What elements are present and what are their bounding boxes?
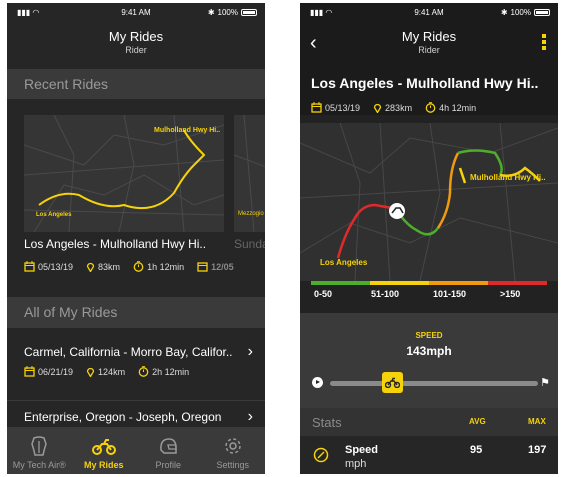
stat-label: Speed bbox=[345, 444, 379, 456]
finish-flag-icon: ⚑ bbox=[540, 377, 550, 389]
ride-route-map[interactable]: Mulholland Hwy Hi.. Los Angeles bbox=[300, 123, 558, 281]
motorcycle-icon bbox=[91, 439, 116, 455]
legend-swatch-orange bbox=[429, 281, 488, 285]
all-rides-header: All of My Rides bbox=[7, 297, 265, 328]
legend-swatch-red bbox=[488, 281, 547, 285]
play-button[interactable] bbox=[312, 377, 323, 388]
recent-ride-title[interactable]: Los Angeles - Mulholland Hwy Hi.. bbox=[24, 237, 206, 251]
slider-handle[interactable] bbox=[382, 372, 404, 393]
tab-settings[interactable]: Settings bbox=[201, 427, 266, 474]
tab-my-tech-air[interactable]: My Tech Air® bbox=[7, 427, 72, 474]
recent-rides-header: Recent Rides bbox=[7, 69, 265, 99]
next-ride-title[interactable]: Sunday bbox=[234, 237, 265, 251]
ride-date: 06/21/19 bbox=[38, 366, 74, 377]
page-title: My Rides bbox=[108, 29, 164, 44]
route-map-graphic: Mulholland Hwy Hi.. Los Angeles bbox=[24, 115, 224, 232]
ride-list-item[interactable]: Enterprise, Oregon - Joseph, Oregon › bbox=[7, 401, 265, 427]
map-label-destination: Mulholland Hwy Hi.. bbox=[154, 127, 220, 134]
speedometer-icon bbox=[313, 447, 329, 463]
route-map-graphic: Mulholland Hwy Hi.. Los Angeles bbox=[300, 123, 558, 281]
motorcycle-icon bbox=[385, 377, 401, 388]
status-bar: ▮▮▮ ◠ 9:41 AM ✱ 100% bbox=[300, 3, 558, 21]
playback-slider[interactable] bbox=[330, 372, 538, 393]
recent-ride-map[interactable]: Mulholland Hwy Hi.. Los Angeles bbox=[24, 115, 224, 232]
page-subtitle: Rider bbox=[418, 45, 440, 55]
legend-label: 0-50 bbox=[314, 289, 333, 299]
page-title: My Rides bbox=[401, 29, 457, 44]
helmet-icon bbox=[160, 438, 177, 454]
speed-legend-bar bbox=[311, 281, 547, 285]
gear-icon bbox=[225, 438, 241, 454]
stats-title: Stats bbox=[312, 415, 342, 430]
chevron-right-icon: › bbox=[247, 408, 253, 425]
phone-screen-ride-detail: ▮▮▮ ◠ 9:41 AM ✱ 100% ‹ My Rides Rider Los… bbox=[300, 3, 558, 474]
ride-duration: 2h 12min bbox=[152, 366, 190, 377]
chevron-right-icon: › bbox=[247, 343, 253, 360]
calendar-icon bbox=[311, 102, 322, 113]
ride-list-item-title: Carmel, California - Morro Bay, Califor.… bbox=[24, 345, 233, 359]
battery-percent: 100% bbox=[510, 8, 531, 17]
legend-swatch-yellow bbox=[370, 281, 429, 285]
bluetooth-icon: ✱ bbox=[500, 8, 508, 17]
stopwatch-icon bbox=[425, 102, 436, 113]
ride-duration: 4h 12min bbox=[439, 102, 477, 113]
ride-list-item[interactable]: Carmel, California - Morro Bay, Califor.… bbox=[7, 328, 265, 400]
map-label-destination: Mulholland Hwy Hi.. bbox=[470, 173, 546, 182]
location-pin-icon bbox=[373, 103, 382, 113]
battery-icon bbox=[534, 9, 550, 16]
play-icon bbox=[316, 380, 320, 384]
next-ride-date: 12/05 bbox=[211, 261, 234, 272]
map-label-origin: Los Angeles bbox=[36, 212, 72, 218]
legend-label: 101-150 bbox=[433, 289, 467, 299]
avg-column-label: AVG bbox=[469, 417, 486, 426]
ride-date: 05/13/19 bbox=[38, 261, 74, 272]
tab-profile[interactable]: Profile bbox=[136, 427, 201, 474]
ride-duration: 1h 12min bbox=[147, 261, 185, 272]
battery-percent: 100% bbox=[217, 8, 238, 17]
location-pin-icon bbox=[86, 262, 95, 272]
tab-my-rides[interactable]: My Rides bbox=[72, 427, 137, 474]
location-pin-icon bbox=[86, 367, 95, 377]
legend-label: 51-100 bbox=[371, 289, 400, 299]
max-column-label: MAX bbox=[528, 417, 546, 426]
more-vertical-icon[interactable] bbox=[542, 34, 546, 50]
page-subtitle: Rider bbox=[125, 45, 147, 55]
ride-meta: 05/13/19 283km 4h 12min bbox=[311, 102, 489, 113]
next-ride-map[interactable]: Mezzogio bbox=[234, 115, 265, 232]
battery-icon bbox=[241, 9, 257, 16]
ride-distance: 124km bbox=[98, 366, 126, 377]
legend-swatch-green bbox=[311, 281, 370, 285]
stat-avg-value: 95 bbox=[470, 444, 483, 456]
stopwatch-icon bbox=[133, 261, 144, 272]
phone-screen-my-rides-list: ▮▮▮ ◠ 9:41 AM ✱ 100% My Rides Rider Recen… bbox=[7, 3, 265, 474]
bluetooth-icon: ✱ bbox=[207, 8, 215, 17]
stopwatch-icon bbox=[138, 366, 149, 377]
ride-date: 05/13/19 bbox=[325, 102, 361, 113]
speed-legend-labels: 0-50 51-100 101-150 >150 bbox=[300, 289, 558, 301]
stat-unit: mph bbox=[345, 458, 367, 470]
map-label-origin: Los Angeles bbox=[320, 258, 368, 267]
ride-title: Los Angeles - Mulholland Hwy Hi.. bbox=[311, 75, 539, 91]
speed-value: 143mph bbox=[406, 344, 452, 358]
status-bar: ▮▮▮ ◠ 9:41 AM ✱ 100% bbox=[7, 3, 265, 21]
calendar-icon bbox=[24, 366, 35, 377]
map-label-next: Mezzogio bbox=[238, 211, 264, 217]
speed-playback-panel: SPEED 143mph ⚑ bbox=[300, 313, 558, 408]
stat-max-value: 197 bbox=[528, 444, 547, 456]
vest-icon bbox=[31, 436, 48, 456]
speed-label: SPEED bbox=[415, 331, 443, 340]
recent-ride-meta: 05/13/19 83km 1h 12min 12/05 bbox=[24, 261, 247, 272]
ride-list-item-title: Enterprise, Oregon - Joseph, Oregon bbox=[24, 410, 222, 424]
tab-bar: My Tech Air® My Rides Profile Settings bbox=[7, 427, 265, 474]
stat-row-speed: Speed mph 95 197 bbox=[300, 436, 558, 474]
legend-label: >150 bbox=[500, 289, 521, 299]
calendar-icon bbox=[197, 262, 208, 272]
ride-distance: 283km bbox=[385, 102, 413, 113]
route-map-graphic-next: Mezzogio bbox=[234, 115, 265, 232]
ride-distance: 83km bbox=[98, 261, 121, 272]
stats-header: Stats AVG MAX bbox=[300, 408, 558, 436]
calendar-icon bbox=[24, 261, 35, 272]
